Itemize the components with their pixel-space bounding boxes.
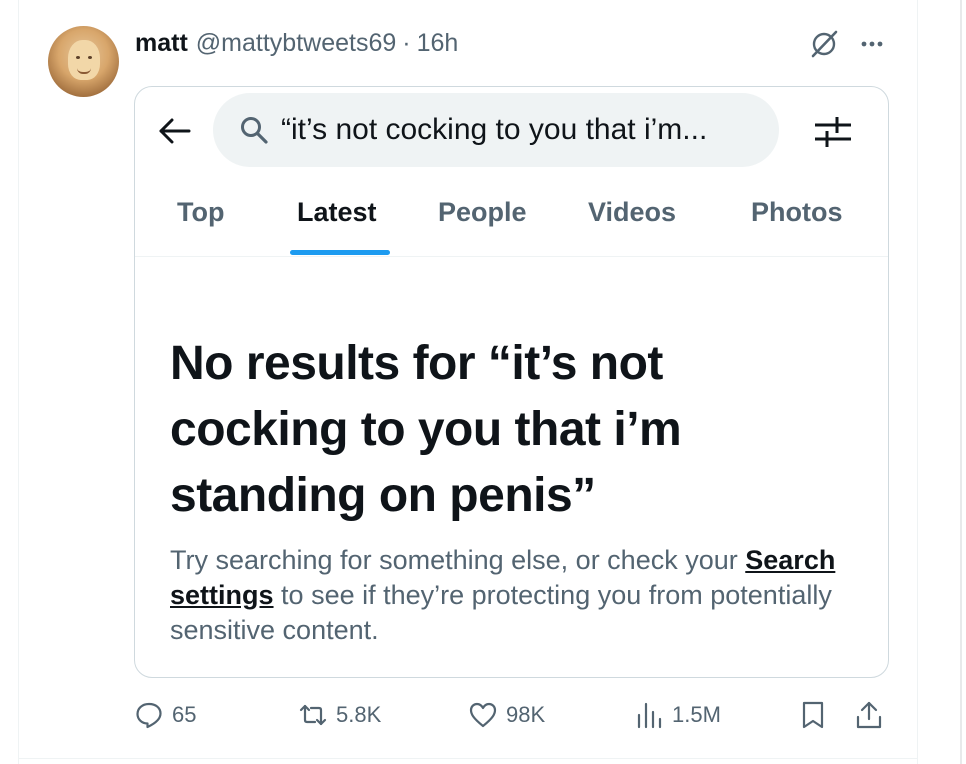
sidebar-edge — [960, 0, 962, 764]
back-arrow-icon[interactable] — [155, 111, 195, 151]
avatar[interactable] — [48, 26, 119, 97]
active-tab-indicator — [290, 250, 390, 255]
search-input[interactable]: “it’s not cocking to you that i’m... — [213, 93, 779, 167]
author-name[interactable]: matt — [135, 29, 188, 58]
like-count: 98K — [506, 702, 546, 727]
grok-icon[interactable] — [808, 28, 840, 60]
repost-icon — [299, 704, 327, 726]
tab-top[interactable]: Top — [177, 197, 224, 228]
repost-button[interactable]: 5.8K — [298, 700, 381, 730]
embedded-screenshot-card[interactable]: “it’s not cocking to you that i’m... Top… — [134, 86, 889, 678]
more-icon[interactable] — [856, 28, 888, 60]
tweet-time[interactable]: 16h — [417, 29, 459, 58]
tab-latest[interactable]: Latest — [297, 197, 377, 228]
tweet-header: matt @mattybtweets69 · 16h — [135, 28, 458, 58]
avatar-eye — [76, 56, 80, 59]
filter-icon[interactable] — [811, 111, 855, 151]
reply-count: 65 — [172, 702, 197, 727]
no-results-help: Try searching for something else, or che… — [170, 543, 870, 648]
timeline-border-left — [18, 0, 19, 764]
repost-count: 5.8K — [336, 702, 382, 727]
tweet-actions: 65 5.8K 98K 1.5M — [134, 700, 894, 736]
search-icon — [241, 117, 268, 144]
help-text-before: Try searching for something else, or che… — [170, 545, 738, 575]
tab-videos[interactable]: Videos — [588, 197, 676, 228]
no-results-title: No results for “it’s not cocking to you … — [170, 337, 682, 522]
separator: · — [402, 28, 411, 57]
author-handle[interactable]: @mattybtweets69 — [196, 29, 396, 58]
share-button[interactable] — [854, 700, 884, 730]
bookmark-icon — [802, 701, 824, 729]
bookmark-button[interactable] — [798, 700, 828, 730]
reply-button[interactable]: 65 — [134, 700, 196, 730]
tabs-divider — [135, 256, 888, 257]
avatar-eye — [88, 56, 92, 59]
share-icon — [856, 701, 882, 729]
view-count: 1.5M — [672, 702, 721, 727]
avatar-face — [68, 40, 100, 80]
reply-icon — [136, 702, 162, 729]
like-icon — [469, 702, 497, 728]
tweet-divider — [18, 758, 918, 759]
search-query: “it’s not cocking to you that i’m... — [281, 113, 708, 146]
timeline-border-right — [917, 0, 918, 764]
views-icon — [637, 702, 662, 729]
tab-photos[interactable]: Photos — [751, 197, 843, 228]
tab-people[interactable]: People — [438, 197, 527, 228]
views-button[interactable]: 1.5M — [634, 700, 721, 730]
like-button[interactable]: 98K — [468, 700, 545, 730]
